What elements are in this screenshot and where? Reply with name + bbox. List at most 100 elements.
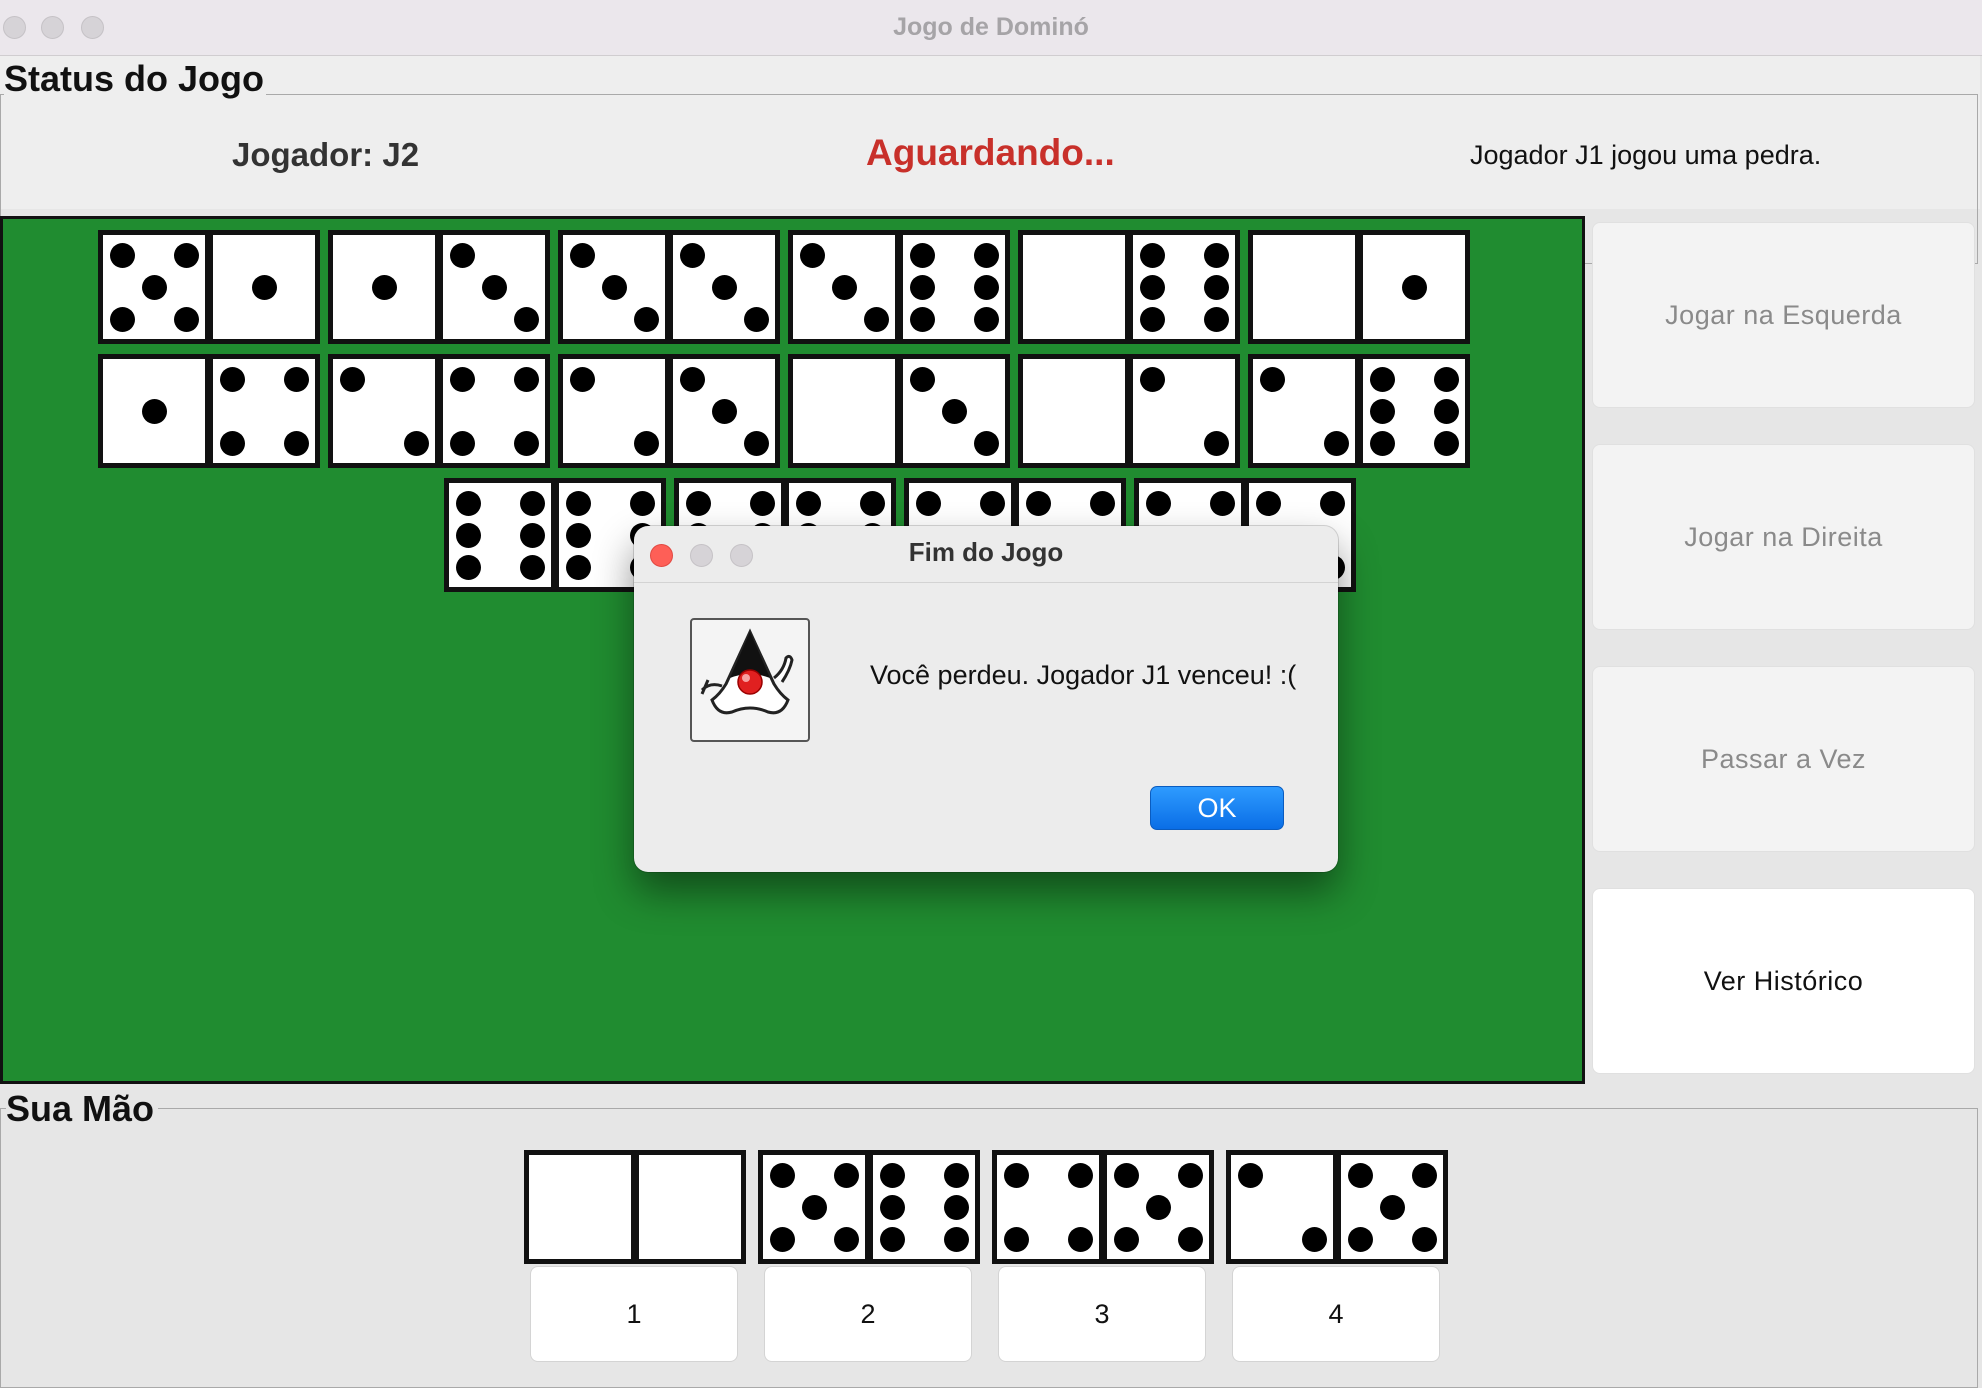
- hand-domino[interactable]: [992, 1150, 1214, 1264]
- pip: [1068, 1227, 1093, 1252]
- pip: [800, 243, 825, 268]
- board-domino: [444, 478, 666, 592]
- pip: [220, 431, 245, 456]
- pip: [1178, 1163, 1203, 1188]
- hand-select-button-3[interactable]: 3: [998, 1266, 1206, 1362]
- pip: [834, 1227, 859, 1252]
- pip: [1210, 491, 1235, 516]
- pip: [450, 367, 475, 392]
- hand-select-button-1[interactable]: 1: [530, 1266, 738, 1362]
- pip: [1068, 1163, 1093, 1188]
- board-domino: [1248, 354, 1470, 468]
- pip: [220, 367, 245, 392]
- pip: [770, 1227, 795, 1252]
- pip: [910, 275, 935, 300]
- pip: [834, 1163, 859, 1188]
- pip: [712, 275, 737, 300]
- board-domino: [328, 354, 550, 468]
- status-legend: Status do Jogo: [4, 58, 266, 100]
- pip: [974, 243, 999, 268]
- pip: [1204, 307, 1229, 332]
- pip: [284, 431, 309, 456]
- board-domino: [1018, 354, 1240, 468]
- board-domino: [1248, 230, 1470, 344]
- pip: [1178, 1227, 1203, 1252]
- hand-select-button-2[interactable]: 2: [764, 1266, 972, 1362]
- pip: [1146, 1195, 1171, 1220]
- domino-half: [763, 1155, 865, 1259]
- hand-domino[interactable]: [1226, 1150, 1448, 1264]
- hand-select-button-4[interactable]: 4: [1232, 1266, 1440, 1362]
- dialog-divider: [634, 582, 1338, 583]
- pip: [1434, 399, 1459, 424]
- pip: [1370, 431, 1395, 456]
- pip: [174, 307, 199, 332]
- pip: [1412, 1227, 1437, 1252]
- pip: [1140, 367, 1165, 392]
- pip: [174, 243, 199, 268]
- pip: [1140, 275, 1165, 300]
- view-history-button[interactable]: Ver Histórico: [1592, 888, 1975, 1074]
- window-titlebar: Jogo de Dominó: [0, 0, 1982, 56]
- domino-half: [1253, 235, 1355, 339]
- board-domino: [1018, 230, 1240, 344]
- domino-half: [213, 359, 315, 463]
- domino-half: [333, 359, 435, 463]
- pip: [880, 1227, 905, 1252]
- pip: [880, 1163, 905, 1188]
- domino-half: [1231, 1155, 1333, 1259]
- pip: [520, 555, 545, 580]
- pip: [974, 431, 999, 456]
- pip: [372, 275, 397, 300]
- status-panel: Status do Jogo Jogador: J2 Aguardando...…: [0, 56, 1980, 264]
- pip: [450, 243, 475, 268]
- pip: [1026, 491, 1051, 516]
- play-right-button[interactable]: Jogar na Direita: [1592, 444, 1975, 630]
- domino-half: [449, 483, 551, 587]
- pip: [514, 367, 539, 392]
- pip: [910, 307, 935, 332]
- pip: [944, 1227, 969, 1252]
- hand-legend: Sua Mão: [6, 1088, 159, 1130]
- pip: [1090, 491, 1115, 516]
- domino-half: [529, 1155, 631, 1259]
- current-player-label: Jogador: J2: [232, 136, 420, 173]
- pip: [566, 523, 591, 548]
- pip: [744, 431, 769, 456]
- pip: [680, 367, 705, 392]
- pip: [110, 307, 135, 332]
- pip: [942, 399, 967, 424]
- hand-domino[interactable]: [524, 1150, 746, 1264]
- pip: [404, 431, 429, 456]
- pip: [1238, 1163, 1263, 1188]
- pip: [1004, 1227, 1029, 1252]
- pip: [566, 555, 591, 580]
- pip: [1204, 431, 1229, 456]
- pip: [456, 555, 481, 580]
- dialog-title: Fim do Jogo: [908, 537, 1064, 567]
- hand-domino[interactable]: [758, 1150, 980, 1264]
- pip: [832, 275, 857, 300]
- domino-half: [443, 235, 545, 339]
- domino-half: [1341, 1155, 1443, 1259]
- domino-half: [443, 359, 545, 463]
- domino-half: [1133, 359, 1235, 463]
- ok-button[interactable]: OK: [1150, 786, 1284, 830]
- pip: [802, 1195, 827, 1220]
- pass-turn-button[interactable]: Passar a Vez: [1592, 666, 1975, 852]
- domino-half: [873, 1155, 975, 1259]
- pip: [1204, 275, 1229, 300]
- domino-half: [103, 235, 205, 339]
- game-over-dialog: Fim do Jogo Você perdeu. Jogador J1 venc…: [634, 526, 1338, 872]
- domino-half: [639, 1155, 741, 1259]
- pip: [1004, 1163, 1029, 1188]
- pip: [566, 491, 591, 516]
- play-left-button[interactable]: Jogar na Esquerda: [1592, 222, 1975, 408]
- domino-half: [103, 359, 205, 463]
- game-state-label: Aguardando...: [866, 132, 1115, 173]
- board-domino: [328, 230, 550, 344]
- pip: [1204, 243, 1229, 268]
- pip: [1402, 275, 1427, 300]
- pip: [1146, 491, 1171, 516]
- board-domino: [558, 354, 780, 468]
